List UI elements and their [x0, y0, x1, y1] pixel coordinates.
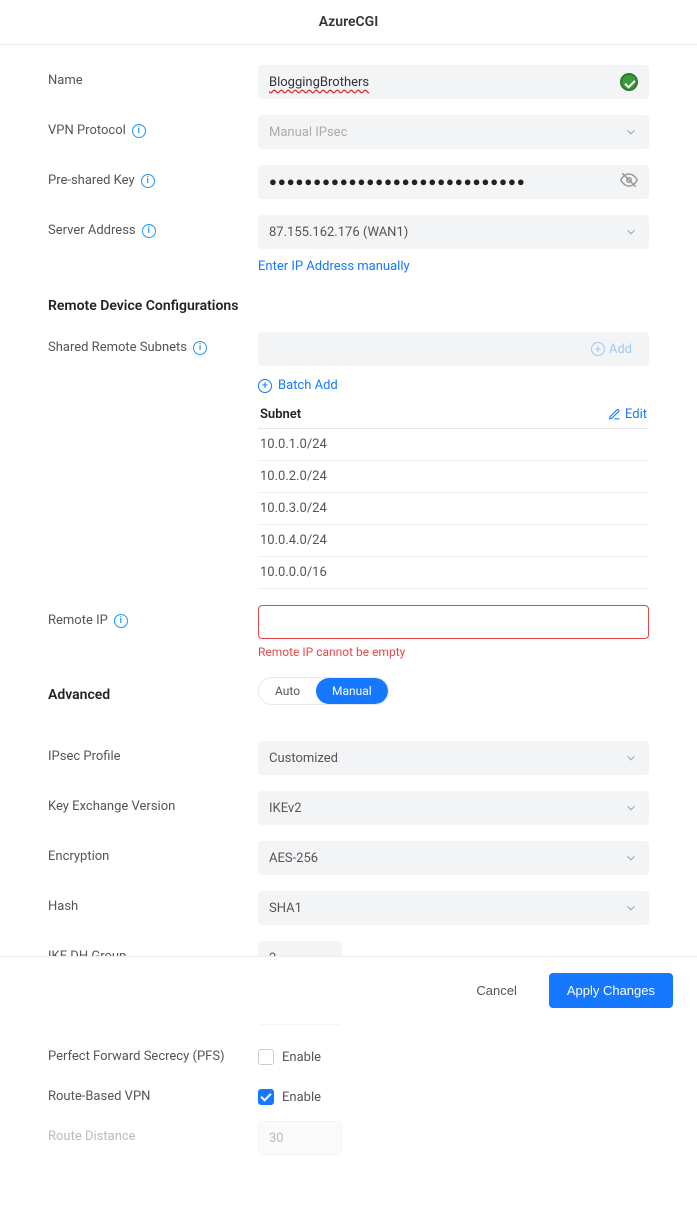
edit-subnets-link[interactable]: Edit	[608, 407, 647, 422]
info-icon[interactable]: i	[142, 224, 156, 238]
route-based-enable-label: Enable	[282, 1090, 321, 1105]
info-icon[interactable]: i	[141, 174, 155, 188]
ipsec-profile-select[interactable]: Customized	[258, 741, 649, 775]
chevron-down-icon	[624, 851, 638, 865]
info-icon[interactable]: i	[132, 124, 146, 138]
vpn-protocol-value: Manual IPsec	[269, 125, 624, 140]
footer-actions: Cancel Apply Changes	[0, 956, 697, 1024]
pfs-enable-label: Enable	[282, 1050, 321, 1065]
status-ok-icon	[620, 73, 638, 91]
subnet-item: 10.0.2.0/24	[258, 461, 649, 493]
subnet-item: 10.0.3.0/24	[258, 493, 649, 525]
page-title: AzureCGI	[0, 0, 697, 45]
chevron-down-icon	[624, 225, 638, 239]
chevron-down-icon	[624, 801, 638, 815]
route-based-checkbox[interactable]	[258, 1089, 274, 1105]
label-pfs: Perfect Forward Secrecy (PFS)	[48, 1041, 258, 1064]
label-route-distance: Route Distance	[48, 1121, 258, 1144]
encryption-select[interactable]: AES-256	[258, 841, 649, 875]
label-remote-ip: Remote IP	[48, 613, 108, 628]
advanced-mode-toggle[interactable]: Auto Manual	[258, 677, 389, 705]
toggle-manual[interactable]: Manual	[316, 678, 388, 704]
chevron-down-icon	[624, 751, 638, 765]
plus-icon: +	[258, 379, 272, 393]
subnet-col-header: Subnet	[260, 407, 301, 422]
eye-off-icon[interactable]	[620, 171, 638, 193]
remote-ip-error: Remote IP cannot be empty	[258, 645, 649, 659]
toggle-auto[interactable]: Auto	[259, 678, 316, 704]
psk-input[interactable]: ●●●●●●●●●●●●●●●●●●●●●●●●●●●●●	[258, 165, 649, 199]
label-ipsec-profile: IPsec Profile	[48, 741, 258, 764]
psk-value: ●●●●●●●●●●●●●●●●●●●●●●●●●●●●●	[269, 174, 620, 190]
pencil-icon	[608, 408, 621, 421]
name-value: BloggingBrothers	[269, 75, 620, 90]
info-icon[interactable]: i	[114, 614, 128, 628]
chevron-down-icon	[624, 901, 638, 915]
plus-icon: +	[591, 342, 605, 356]
label-route-based: Route-Based VPN	[48, 1081, 258, 1104]
subnet-item: 10.0.0.0/16	[258, 557, 649, 589]
subnet-list: 10.0.1.0/24 10.0.2.0/24 10.0.3.0/24 10.0…	[258, 428, 649, 589]
label-hash: Hash	[48, 891, 258, 914]
subnet-item: 10.0.1.0/24	[258, 429, 649, 461]
section-remote-title: Remote Device Configurations	[48, 298, 649, 314]
label-encryption: Encryption	[48, 841, 258, 864]
label-shared-subnets: Shared Remote Subnets	[48, 340, 187, 355]
shared-subnet-input[interactable]: + Add	[258, 332, 649, 366]
label-vpn-protocol: VPN Protocol	[48, 123, 126, 138]
server-address-value: 87.155.162.176 (WAN1)	[269, 225, 624, 240]
info-icon[interactable]: i	[193, 341, 207, 355]
add-subnet-button: + Add	[591, 342, 638, 357]
apply-button[interactable]: Apply Changes	[549, 973, 673, 1008]
remote-ip-input[interactable]	[258, 605, 649, 639]
server-address-select[interactable]: 87.155.162.176 (WAN1)	[258, 215, 649, 249]
route-distance-input: 30	[258, 1121, 342, 1155]
hash-select[interactable]: SHA1	[258, 891, 649, 925]
form-body: Name BloggingBrothers VPN Protocol i Man…	[0, 45, 697, 1231]
section-advanced-title: Advanced	[48, 679, 258, 703]
vpn-protocol-select[interactable]: Manual IPsec	[258, 115, 649, 149]
name-input[interactable]: BloggingBrothers	[258, 65, 649, 99]
label-server-address: Server Address	[48, 223, 136, 238]
label-name: Name	[48, 65, 258, 88]
pfs-checkbox[interactable]	[258, 1049, 274, 1065]
chevron-down-icon	[624, 125, 638, 139]
batch-add-link[interactable]: Batch Add	[278, 378, 338, 393]
subnet-item: 10.0.4.0/24	[258, 525, 649, 557]
label-psk: Pre-shared Key	[48, 173, 135, 188]
manual-ip-link[interactable]: Enter IP Address manually	[258, 259, 410, 274]
cancel-button[interactable]: Cancel	[464, 973, 528, 1008]
label-key-exchange: Key Exchange Version	[48, 791, 258, 814]
key-exchange-select[interactable]: IKEv2	[258, 791, 649, 825]
